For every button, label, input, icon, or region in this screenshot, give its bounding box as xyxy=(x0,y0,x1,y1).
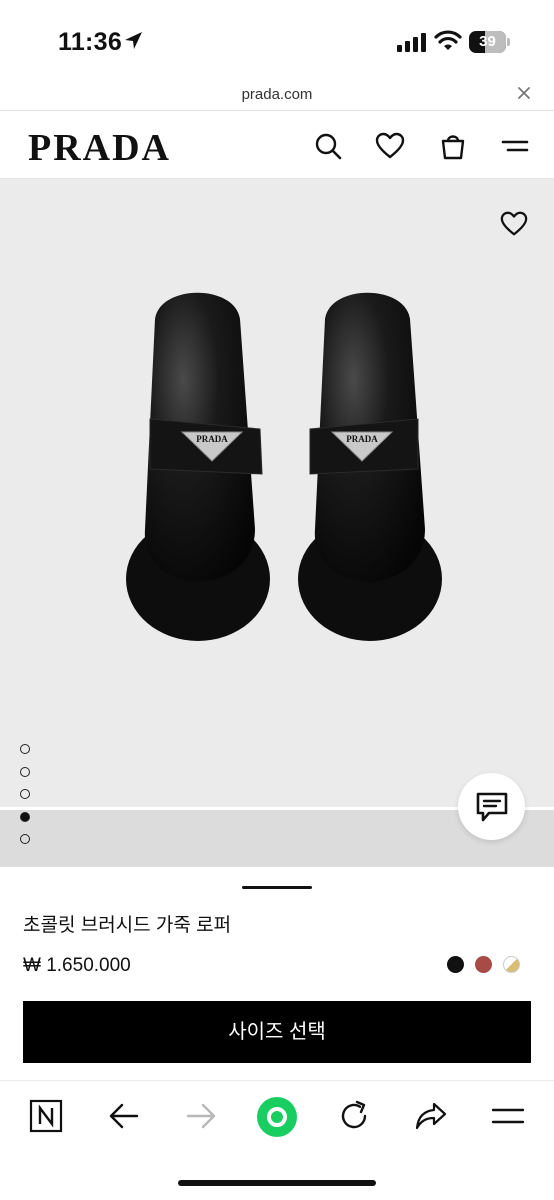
pagination-dot[interactable] xyxy=(20,766,30,777)
heart-icon[interactable] xyxy=(375,131,405,161)
wifi-icon xyxy=(434,30,462,50)
home-green-icon[interactable] xyxy=(256,1096,298,1138)
bag-icon[interactable] xyxy=(438,131,468,161)
close-icon[interactable] xyxy=(515,84,533,102)
share-icon[interactable] xyxy=(414,1099,448,1133)
menu-icon[interactable] xyxy=(491,1099,525,1133)
product-photo: PRADA PRADA xyxy=(126,292,442,641)
gallery-pagination xyxy=(20,744,34,857)
naver-n-icon[interactable] xyxy=(29,1099,63,1133)
reload-icon[interactable] xyxy=(337,1099,371,1133)
url-text[interactable]: prada.com xyxy=(0,86,554,103)
site-header: PRADA xyxy=(0,111,554,179)
menu-icon[interactable] xyxy=(500,131,530,161)
heart-icon[interactable] xyxy=(500,210,528,238)
color-swatch-black[interactable] xyxy=(447,956,464,973)
location-arrow-icon xyxy=(125,32,142,49)
status-time: 11:36 xyxy=(58,28,123,56)
product-name: 초콜릿 브러시드 가죽 로퍼 xyxy=(23,915,232,936)
product-price: ₩ 1.650.000 xyxy=(23,955,131,976)
chat-icon xyxy=(476,792,508,822)
color-swatch-beige[interactable] xyxy=(503,956,520,973)
url-bar[interactable]: prada.com xyxy=(0,78,554,111)
battery-icon: 39 xyxy=(469,31,511,53)
pagination-dot[interactable] xyxy=(20,744,30,754)
select-size-button[interactable]: 사이즈 선택 xyxy=(23,1001,531,1063)
search-icon[interactable] xyxy=(313,131,343,161)
back-arrow-icon[interactable] xyxy=(107,1099,141,1133)
chat-button[interactable] xyxy=(458,773,525,840)
color-swatch-red[interactable] xyxy=(475,956,492,973)
signal-icon xyxy=(397,33,426,52)
pagination-dot-active[interactable] xyxy=(20,811,30,822)
pagination-dot[interactable] xyxy=(20,834,30,844)
battery-level: 39 xyxy=(479,33,496,50)
forward-arrow-icon[interactable] xyxy=(184,1099,218,1133)
product-gallery[interactable]: PRADA PRADA xyxy=(0,179,554,867)
prada-logo[interactable]: PRADA xyxy=(28,126,171,170)
home-indicator xyxy=(178,1180,376,1186)
browser-toolbar xyxy=(0,1080,554,1200)
sheet-drag-handle[interactable] xyxy=(242,886,312,889)
status-bar: 11:36 39 xyxy=(0,0,554,78)
svg-text:PRADA: PRADA xyxy=(346,434,378,444)
svg-text:PRADA: PRADA xyxy=(196,434,228,444)
pagination-dot[interactable] xyxy=(20,789,30,799)
